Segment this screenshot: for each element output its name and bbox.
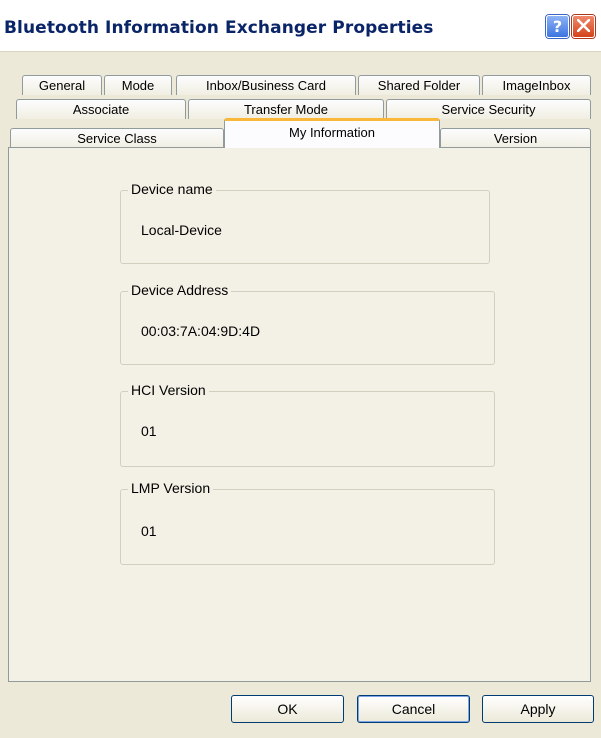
tab-transfer-mode[interactable]: Transfer Mode xyxy=(188,99,384,119)
device-address-value: 00:03:7A:04:9D:4D xyxy=(141,323,261,339)
tab-associate[interactable]: Associate xyxy=(16,99,186,119)
device-name-value: Local-Device xyxy=(141,222,222,238)
device-name-group: Device name Local-Device xyxy=(120,181,490,264)
tab-service-security[interactable]: Service Security xyxy=(386,99,591,119)
close-icon[interactable] xyxy=(572,15,595,38)
device-name-label: Device name xyxy=(128,181,216,197)
device-address-group: Device Address 00:03:7A:04:9D:4D xyxy=(120,282,495,365)
help-glyph: ? xyxy=(552,17,563,36)
lmp-version-value: 01 xyxy=(141,523,157,539)
tab-general[interactable]: General xyxy=(22,75,102,95)
cancel-button[interactable]: Cancel xyxy=(357,695,470,723)
hci-version-label: HCI Version xyxy=(128,382,209,398)
lmp-version-label: LMP Version xyxy=(128,480,214,496)
tab-version[interactable]: Version xyxy=(440,128,591,148)
tab-imageinbox[interactable]: ImageInbox xyxy=(482,75,591,95)
hci-version-value: 01 xyxy=(141,423,157,439)
help-icon[interactable]: ? xyxy=(546,15,569,38)
title-bar[interactable]: Bluetooth Information Exchanger Properti… xyxy=(0,0,601,52)
ok-button[interactable]: OK xyxy=(231,695,344,723)
tab-my-information[interactable]: My Information xyxy=(224,118,440,148)
apply-button[interactable]: Apply xyxy=(482,695,594,723)
hci-version-group: HCI Version 01 xyxy=(120,382,495,467)
window-title: Bluetooth Information Exchanger Properti… xyxy=(4,18,434,38)
tab-shared-folder[interactable]: Shared Folder xyxy=(358,75,480,95)
tab-mode[interactable]: Mode xyxy=(104,75,172,95)
my-information-panel: Device name Local-Device Device Address … xyxy=(8,147,591,682)
lmp-version-group: LMP Version 01 xyxy=(120,480,495,565)
tab-inbox-business-card[interactable]: Inbox/Business Card xyxy=(176,75,356,95)
tab-service-class[interactable]: Service Class xyxy=(10,128,224,148)
device-address-label: Device Address xyxy=(128,282,232,298)
properties-dialog: Bluetooth Information Exchanger Properti… xyxy=(0,0,601,738)
